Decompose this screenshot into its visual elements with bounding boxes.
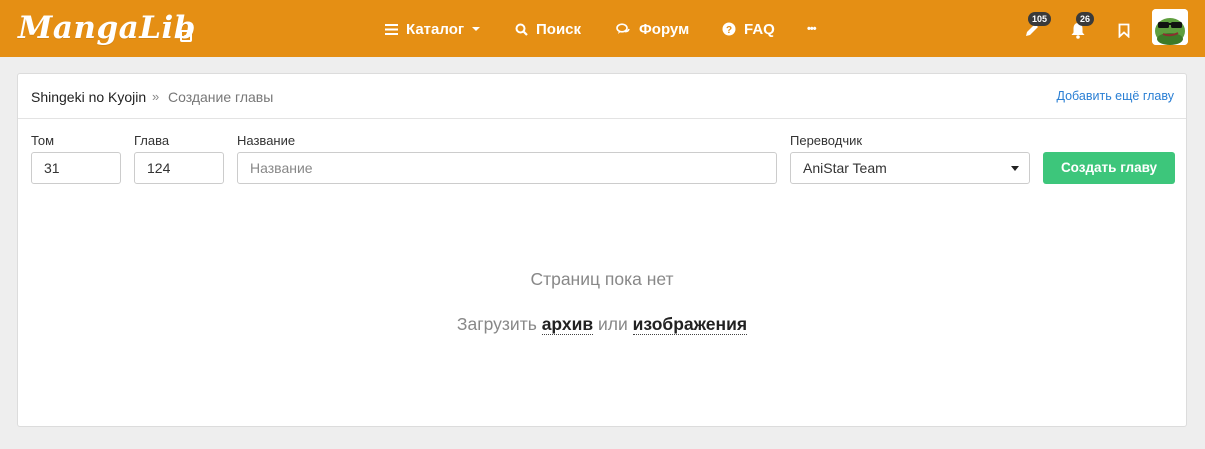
notifications-button[interactable]: 26 [1066, 12, 1095, 42]
search-icon [515, 23, 528, 36]
nav-faq-label: FAQ [744, 20, 775, 38]
question-circle-icon: ? [722, 22, 736, 36]
nav-catalog-label: Каталог [406, 20, 465, 38]
translator-selected-value: AniStar Team [803, 160, 887, 176]
create-chapter-button[interactable]: Создать главу [1043, 152, 1175, 184]
more-dots-icon: ••• [807, 23, 817, 35]
upload-or: или [598, 314, 628, 334]
chapter-input[interactable]: 124 [134, 152, 224, 184]
volume-input[interactable]: 31 [31, 152, 121, 184]
upload-archive-link[interactable]: архив [541, 314, 594, 335]
upload-prompt: Загрузить архив или изображения [18, 314, 1186, 335]
upload-images-link[interactable]: изображения [632, 314, 748, 335]
chevron-down-icon [472, 27, 481, 31]
add-another-chapter-link[interactable]: Добавить ещё главу [1056, 89, 1174, 103]
card-header: Shingeki no Kyojin » Создание главы Доба… [18, 74, 1186, 119]
empty-pages-message: Страниц пока нет [530, 269, 674, 289]
user-avatar[interactable] [1152, 9, 1188, 45]
notifications-badge: 26 [1076, 12, 1095, 26]
translator-select[interactable]: AniStar Team [790, 152, 1030, 184]
chapter-create-card: Shingeki no Kyojin » Создание главы Доба… [17, 73, 1187, 427]
site-logo[interactable]: MangaLib [18, 10, 196, 46]
edits-badge: 105 [1028, 12, 1052, 26]
nav-search-label: Поиск [536, 20, 582, 38]
avatar-image [1152, 9, 1188, 45]
volume-label: Том [31, 133, 55, 148]
logo-dropdown-icon[interactable] [180, 30, 192, 42]
nav-search[interactable]: Поиск [515, 19, 581, 39]
nav-forum-label: Форум [639, 20, 690, 38]
breadcrumb-separator: » [152, 89, 160, 104]
upload-prefix: Загрузить [456, 314, 537, 334]
edits-button[interactable]: 105 [1020, 12, 1052, 42]
comments-icon [616, 22, 631, 36]
title-input[interactable]: Название [237, 152, 777, 184]
chapter-label: Глава [134, 133, 170, 148]
menu-icon [385, 23, 398, 35]
title-label: Название [237, 133, 296, 148]
translator-label: Переводчик [790, 133, 863, 148]
nav-forum[interactable]: Форум [616, 19, 689, 39]
breadcrumb-manga-link[interactable]: Shingeki no Kyojin [31, 89, 146, 105]
top-navbar: MangaLib Каталог Поиск Форум ? FAQ ••• 1… [0, 0, 1205, 57]
bookmark-icon [1118, 23, 1130, 38]
nav-catalog[interactable]: Каталог [385, 19, 481, 39]
bookmarks-button[interactable] [1112, 18, 1136, 42]
nav-faq[interactable]: ? FAQ [722, 19, 775, 39]
nav-more-button[interactable]: ••• [807, 19, 817, 39]
chevron-down-icon [1011, 166, 1019, 171]
svg-text:?: ? [726, 25, 732, 36]
breadcrumb-current: Создание главы [168, 89, 274, 105]
